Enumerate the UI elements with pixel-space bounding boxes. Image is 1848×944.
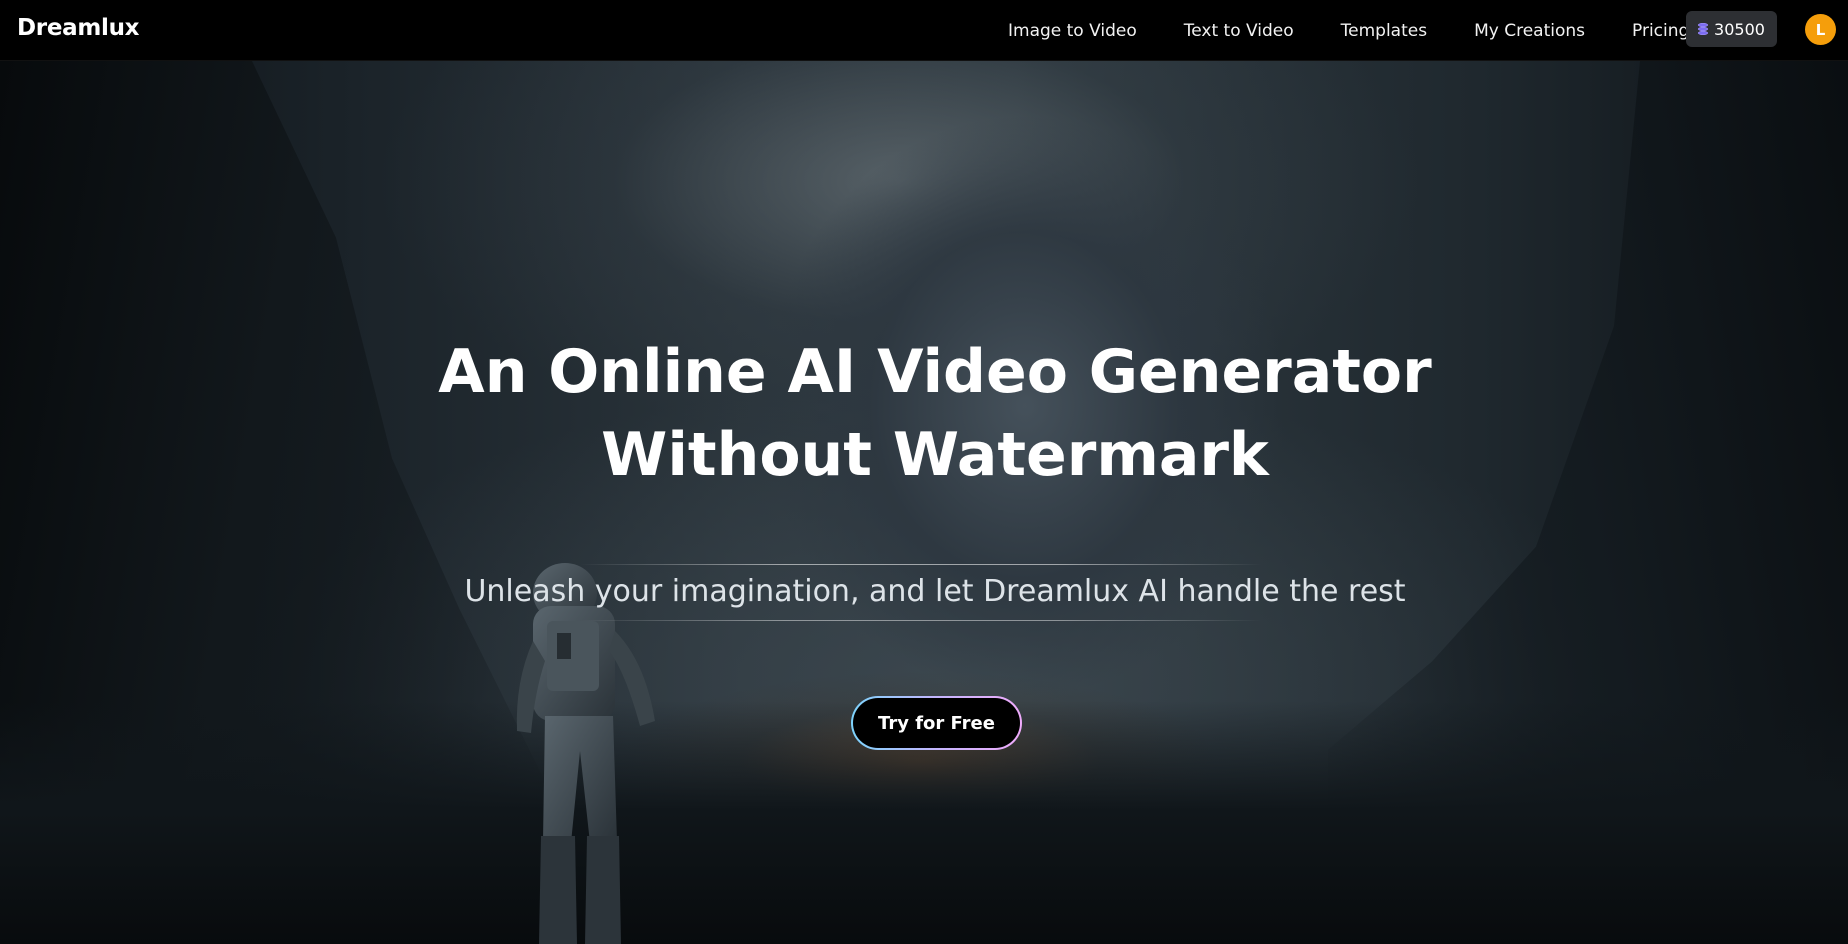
credits-value: 30500 — [1714, 19, 1765, 39]
brand-logo[interactable]: Dreamlux — [17, 15, 140, 41]
main-nav: Image to Video Text to Video Templates M… — [1008, 0, 1725, 61]
try-for-free-label: Try for Free — [853, 698, 1020, 748]
hero-title-line-1: An Online AI Video Generator — [438, 337, 1432, 407]
subtitle-divider-top — [580, 564, 1262, 565]
nav-item-templates[interactable]: Templates — [1341, 21, 1427, 41]
credits-balance-button[interactable]: 30500 — [1686, 11, 1777, 47]
user-avatar[interactable]: L — [1805, 14, 1836, 45]
hero-subtitle: Unleash your imagination, and let Dreaml… — [464, 574, 1406, 609]
nav-item-my-creations[interactable]: My Creations — [1474, 21, 1585, 41]
hero-section: An Online AI Video Generator Without Wat… — [0, 61, 1848, 944]
nav-item-pricing[interactable]: Pricing — [1632, 21, 1689, 41]
coin-stack-icon — [1698, 22, 1709, 36]
top-navigation-bar: Dreamlux Image to Video Text to Video Te… — [0, 0, 1848, 61]
nav-item-image-to-video[interactable]: Image to Video — [1008, 21, 1137, 41]
hero-title-line-2: Without Watermark — [601, 420, 1269, 490]
nav-item-text-to-video[interactable]: Text to Video — [1184, 21, 1294, 41]
subtitle-divider-bottom — [580, 620, 1262, 621]
hero-title: An Online AI Video Generator Without Wat… — [0, 331, 1848, 497]
try-for-free-button[interactable]: Try for Free — [851, 696, 1022, 750]
